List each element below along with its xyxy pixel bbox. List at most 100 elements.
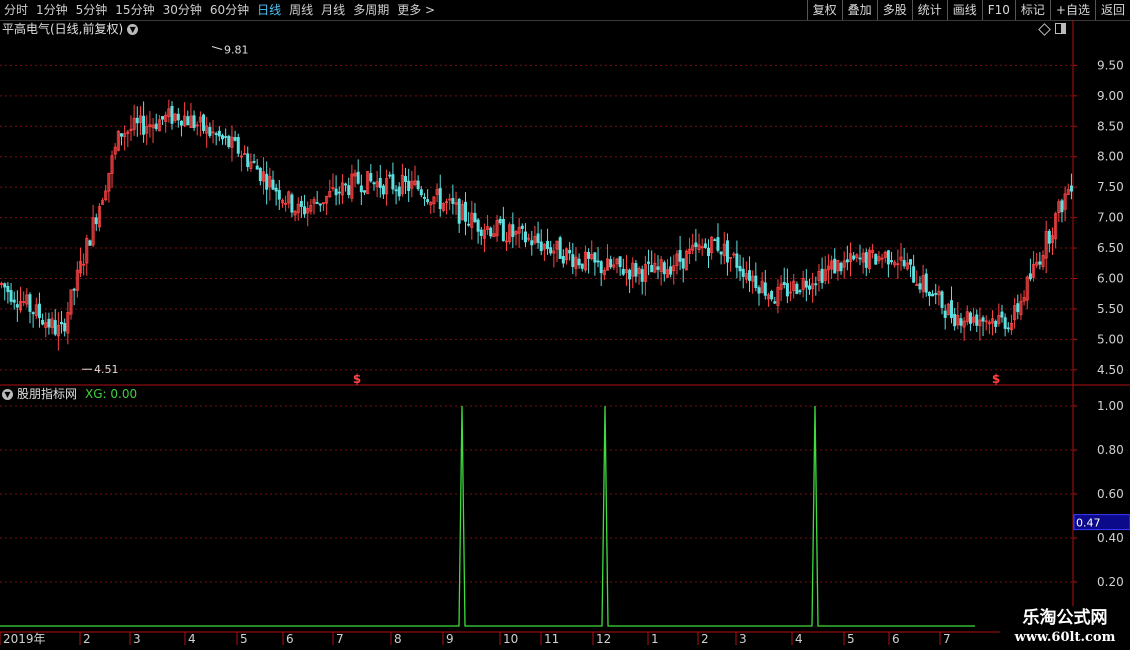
candle-body [959, 318, 963, 326]
candle-body [694, 242, 698, 247]
candle-body [886, 250, 890, 265]
candle-body [265, 173, 269, 190]
time-axis-label: 7 [336, 632, 344, 646]
indicator-axis-label: 1.00 [1097, 399, 1124, 413]
candle-body [337, 191, 341, 194]
candle-body [618, 256, 622, 268]
candle-body [833, 258, 837, 274]
candle-body [37, 303, 41, 319]
candle-body [53, 320, 57, 335]
candle-body [949, 300, 954, 318]
time-axis-label: 7 [943, 632, 951, 646]
candle-body [596, 260, 600, 263]
time-axis-label: 3 [133, 632, 141, 646]
candle-body [208, 127, 212, 137]
candle-body [318, 203, 322, 206]
candle-body [142, 115, 146, 135]
candle-body [748, 270, 752, 281]
candle-body [523, 231, 527, 243]
candle-body [135, 117, 139, 124]
price-axis-label: 8.50 [1097, 119, 1124, 133]
candle-body [426, 199, 430, 203]
candle-body [186, 116, 190, 126]
candle-body [741, 268, 745, 277]
candle-body [369, 173, 373, 182]
price-axis-label: 4.50 [1097, 363, 1124, 377]
candle-body [599, 261, 603, 274]
candle-body [703, 243, 707, 248]
candle-body [258, 167, 262, 182]
time-axis-label: 6 [286, 632, 294, 646]
candle-body [12, 299, 16, 303]
candle-body [362, 190, 367, 193]
candle-body [994, 320, 998, 328]
candle-body [315, 202, 319, 204]
candle-body [580, 263, 584, 269]
candle-body [839, 262, 843, 272]
candle-body [1047, 230, 1051, 244]
candle-body [419, 189, 423, 196]
candle-body [662, 262, 666, 275]
candle-body [359, 185, 363, 193]
indicator-axis-label: 0.60 [1097, 487, 1124, 501]
time-axis-label: 5 [240, 632, 248, 646]
candle-body [202, 114, 206, 131]
candle-body [890, 260, 894, 263]
candle-body [864, 252, 868, 268]
candle-body [334, 188, 338, 196]
candle-body [476, 219, 480, 232]
candle-body [303, 206, 307, 215]
price-axis-label: 5.00 [1097, 332, 1124, 346]
candle-body [274, 187, 278, 192]
candle-body [804, 280, 808, 288]
price-axis-label: 9.00 [1097, 89, 1124, 103]
watermark-title: 乐淘公式网 [1022, 608, 1108, 628]
candle-body [735, 253, 739, 268]
candle-body [852, 255, 856, 260]
candle-body [192, 115, 196, 128]
candle-body [593, 252, 597, 263]
time-axis-label: 2019年 [3, 632, 46, 646]
candle-body [634, 263, 638, 277]
candle-body [233, 137, 237, 141]
kline-chart[interactable]: 9.50 9.00 8.50 8.00 7.50 7.00 6.50 6.00 5.50 5.00… [0, 0, 1130, 650]
price-axis-label: 7.50 [1097, 180, 1124, 194]
candle-body [94, 217, 98, 225]
indicator-axis-label: 0.20 [1097, 575, 1124, 589]
candle-body [782, 282, 786, 286]
candle-body [252, 160, 256, 163]
candle-body [72, 288, 76, 291]
signal-mark: $ [992, 372, 1000, 386]
candle-body [347, 185, 351, 196]
candle-body [41, 319, 45, 325]
current-value-label: 0.47 [1076, 517, 1101, 530]
candle-body [88, 240, 92, 246]
candle-body [1016, 303, 1020, 313]
candle-body [650, 264, 654, 273]
candle-body [15, 304, 19, 308]
candle-body [227, 135, 231, 148]
candle-body [738, 266, 742, 272]
candle-body [498, 218, 502, 224]
candle-body [47, 318, 51, 328]
candle-body [511, 224, 515, 237]
candle-body [549, 247, 553, 254]
candle-body [681, 258, 685, 269]
time-axis-label: 12 [596, 632, 611, 646]
candle-body [798, 290, 802, 293]
candle-body [628, 269, 632, 280]
price-axis-label: 6.00 [1097, 271, 1124, 285]
time-axis-label: 2 [701, 632, 709, 646]
signal-mark: $ [353, 372, 361, 386]
time-axis-label: 6 [892, 632, 900, 646]
candle-body [757, 287, 761, 294]
candle-body [725, 240, 729, 263]
candle-body [1028, 273, 1032, 280]
time-axis-label: 2 [83, 632, 91, 646]
candle-body [161, 116, 165, 120]
price-axis-label: 7.00 [1097, 211, 1124, 225]
candle-body [9, 290, 13, 302]
candle-body [3, 283, 7, 288]
candle-body [874, 253, 878, 265]
candle-body [621, 268, 625, 275]
